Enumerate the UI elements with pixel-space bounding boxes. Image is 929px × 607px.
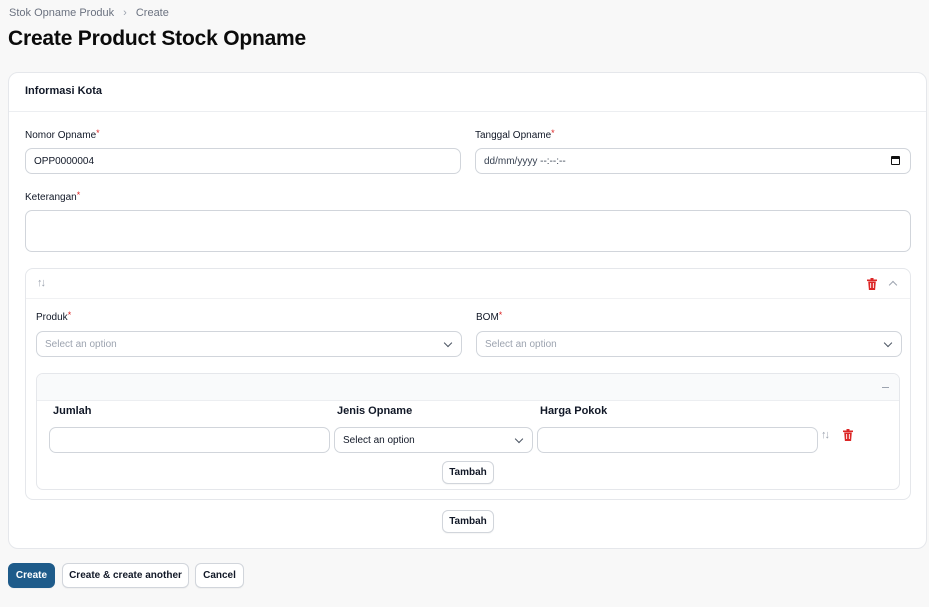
- repeater-item-header: ↑↓: [26, 269, 910, 299]
- keterangan-label-text: Keterangan: [25, 192, 77, 203]
- produk-placeholder: Select an option: [45, 338, 117, 350]
- breadcrumb-current: Create: [135, 7, 169, 19]
- create-another-button[interactable]: Create & create another: [62, 563, 189, 588]
- table-repeater-header: [37, 374, 899, 401]
- jenis-opname-select[interactable]: Select an option: [334, 427, 533, 453]
- column-header-jumlah: Jumlah: [53, 405, 92, 417]
- table-repeater: Jumlah Jenis Opname Harga Pokok Select a…: [36, 373, 900, 490]
- required-mark: *: [96, 128, 100, 138]
- breadcrumb-parent-link[interactable]: Stok Opname Produk: [9, 7, 114, 19]
- arrows-up-down-icon[interactable]: ↑↓: [37, 277, 46, 289]
- column-header-harga-pokok: Harga Pokok: [540, 405, 608, 417]
- keterangan-textarea[interactable]: [25, 210, 911, 252]
- bom-select[interactable]: Select an option: [476, 331, 902, 357]
- required-mark: *: [551, 128, 555, 138]
- required-mark: *: [498, 310, 503, 320]
- cancel-button[interactable]: Cancel: [195, 563, 244, 588]
- tanggal-opname-input[interactable]: dd/mm/yyyy --:--:--: [475, 148, 911, 174]
- jenis-opname-placeholder: Select an option: [343, 434, 415, 446]
- produk-label: Produk*: [36, 310, 72, 323]
- chevron-down-icon: [514, 434, 524, 444]
- nomor-opname-label: Nomor Opname*: [25, 128, 100, 141]
- produk-label-text: Produk: [36, 312, 68, 323]
- nomor-opname-input[interactable]: OPP0000004: [25, 148, 461, 174]
- table-add-button[interactable]: Tambah: [442, 461, 494, 484]
- repeater-item: ↑↓ Produk* Select an option BOM* Select …: [25, 268, 911, 500]
- minus-icon[interactable]: [882, 387, 889, 388]
- nomor-opname-value: OPP0000004: [34, 155, 95, 167]
- chevron-down-icon: [443, 338, 453, 348]
- trash-icon[interactable]: [843, 429, 853, 441]
- keterangan-label: Keterangan*: [25, 190, 81, 203]
- repeater-add-button[interactable]: Tambah: [442, 510, 494, 533]
- required-mark: *: [76, 190, 81, 200]
- produk-select[interactable]: Select an option: [36, 331, 462, 357]
- chevron-up-icon[interactable]: [888, 280, 898, 290]
- tanggal-opname-label: Tanggal Opname*: [475, 128, 555, 141]
- column-header-jenis-opname: Jenis Opname: [337, 405, 413, 417]
- harga-pokok-input[interactable]: [537, 427, 818, 453]
- nomor-opname-label-text: Nomor Opname: [25, 130, 97, 141]
- breadcrumb: Stok Opname Produk › Create: [9, 7, 169, 19]
- bom-placeholder: Select an option: [485, 338, 557, 350]
- required-mark: *: [67, 310, 72, 320]
- trash-icon[interactable]: [867, 278, 877, 290]
- create-button[interactable]: Create: [8, 563, 55, 588]
- bom-label-text: BOM: [476, 312, 499, 323]
- form-card: Informasi Kota Nomor Opname* OPP0000004 …: [8, 72, 927, 549]
- chevron-down-icon: [883, 338, 893, 348]
- tanggal-opname-value: dd/mm/yyyy --:--:--: [484, 155, 566, 167]
- tanggal-opname-label-text: Tanggal Opname: [475, 130, 552, 141]
- page-title: Create Product Stock Opname: [8, 27, 307, 50]
- chevron-right-icon: ›: [123, 7, 127, 19]
- section-title: Informasi Kota: [9, 73, 926, 112]
- bom-label: BOM*: [476, 310, 503, 323]
- arrows-up-down-icon[interactable]: ↑↓: [821, 429, 830, 441]
- calendar-icon[interactable]: [891, 156, 900, 165]
- jumlah-input[interactable]: [49, 427, 330, 453]
